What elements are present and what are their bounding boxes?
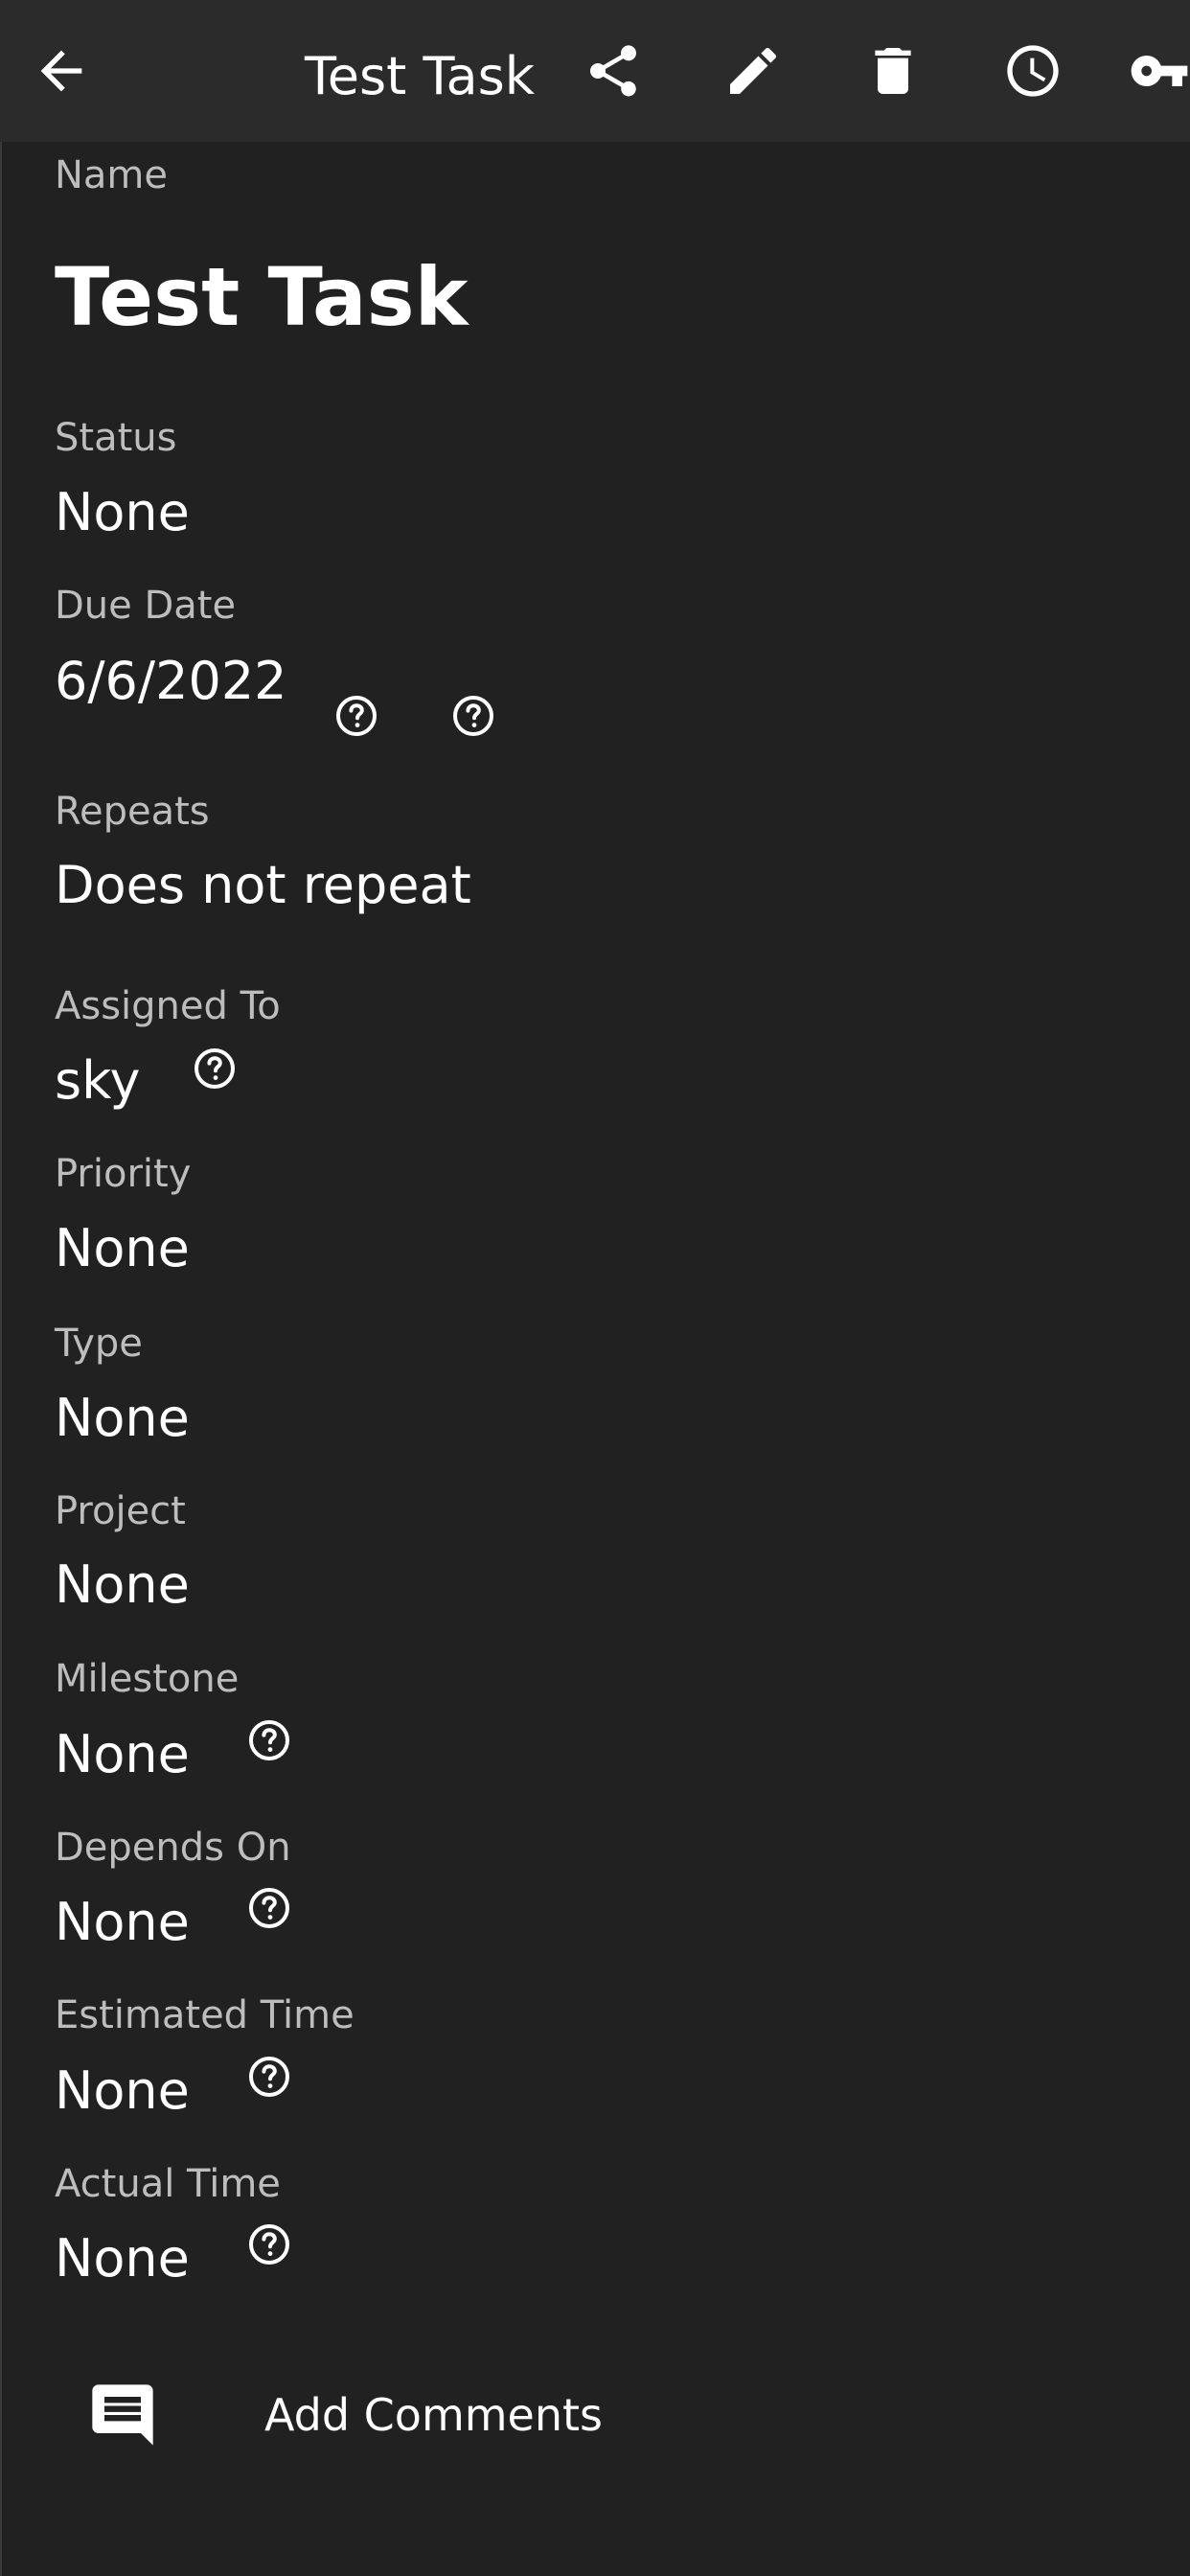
due-date-help-button-2[interactable] (450, 693, 496, 739)
assigned-to-value[interactable]: sky (55, 1049, 140, 1113)
help-circle-icon (249, 2057, 289, 2097)
key-button[interactable] (1129, 33, 1190, 109)
repeats-value[interactable]: Does not repeat (55, 854, 471, 917)
depends-on-help-button[interactable] (246, 1885, 292, 1931)
share-button[interactable] (575, 33, 652, 109)
add-comments-label: Add Comments (264, 2389, 604, 2441)
pencil-icon (730, 47, 777, 94)
back-button[interactable] (23, 33, 100, 109)
arrow-left-icon (40, 50, 82, 92)
field-label-assigned-to: Assigned To (55, 984, 281, 1028)
field-label-depends-on: Depends On (55, 1826, 291, 1870)
field-label-estimated-time: Estimated Time (55, 1993, 355, 2037)
history-button[interactable] (995, 33, 1071, 109)
actual-time-help-button[interactable] (246, 2221, 292, 2267)
edit-button[interactable] (715, 33, 791, 109)
priority-value[interactable]: None (55, 1217, 190, 1280)
assigned-to-help-button[interactable] (192, 1046, 238, 1092)
help-circle-icon (336, 696, 377, 736)
delete-button[interactable] (855, 33, 931, 109)
task-name-value: Test Task (55, 250, 469, 344)
field-label-status: Status (55, 416, 177, 460)
project-value[interactable]: None (55, 1553, 190, 1617)
field-label-type: Type (55, 1322, 143, 1366)
help-circle-icon (249, 1720, 289, 1760)
page-title: Test Task (305, 46, 536, 106)
share-icon (590, 45, 636, 97)
trash-icon (875, 48, 911, 94)
help-circle-icon (249, 1888, 289, 1928)
milestone-help-button[interactable] (246, 1717, 292, 1763)
estimated-time-help-button[interactable] (246, 2054, 292, 2100)
field-label-actual-time: Actual Time (55, 2162, 281, 2206)
field-label-due-date: Due Date (55, 584, 237, 628)
field-label-project: Project (55, 1489, 186, 1533)
field-label-milestone: Milestone (55, 1657, 240, 1701)
field-label-name: Name (55, 153, 169, 197)
key-icon (1131, 56, 1188, 86)
actual-time-value[interactable]: None (55, 2227, 190, 2290)
field-label-priority: Priority (55, 1152, 192, 1196)
milestone-value[interactable]: None (55, 1723, 190, 1786)
help-circle-icon (249, 2224, 289, 2265)
help-circle-icon (453, 696, 493, 736)
due-date-value[interactable]: 6/6/2022 (55, 650, 287, 713)
type-value[interactable]: None (55, 1387, 190, 1450)
comment-icon (92, 2384, 153, 2446)
add-comments-button[interactable]: Add Comments (86, 2377, 603, 2453)
field-label-repeats: Repeats (55, 790, 210, 834)
clock-icon (1007, 45, 1059, 97)
due-date-help-button[interactable] (333, 693, 379, 739)
depends-on-value[interactable]: None (55, 1891, 190, 1954)
status-value[interactable]: None (55, 481, 190, 544)
estimated-time-value[interactable]: None (55, 2059, 190, 2123)
help-circle-icon (195, 1048, 235, 1089)
top-app-bar: Test Task (0, 0, 1190, 142)
